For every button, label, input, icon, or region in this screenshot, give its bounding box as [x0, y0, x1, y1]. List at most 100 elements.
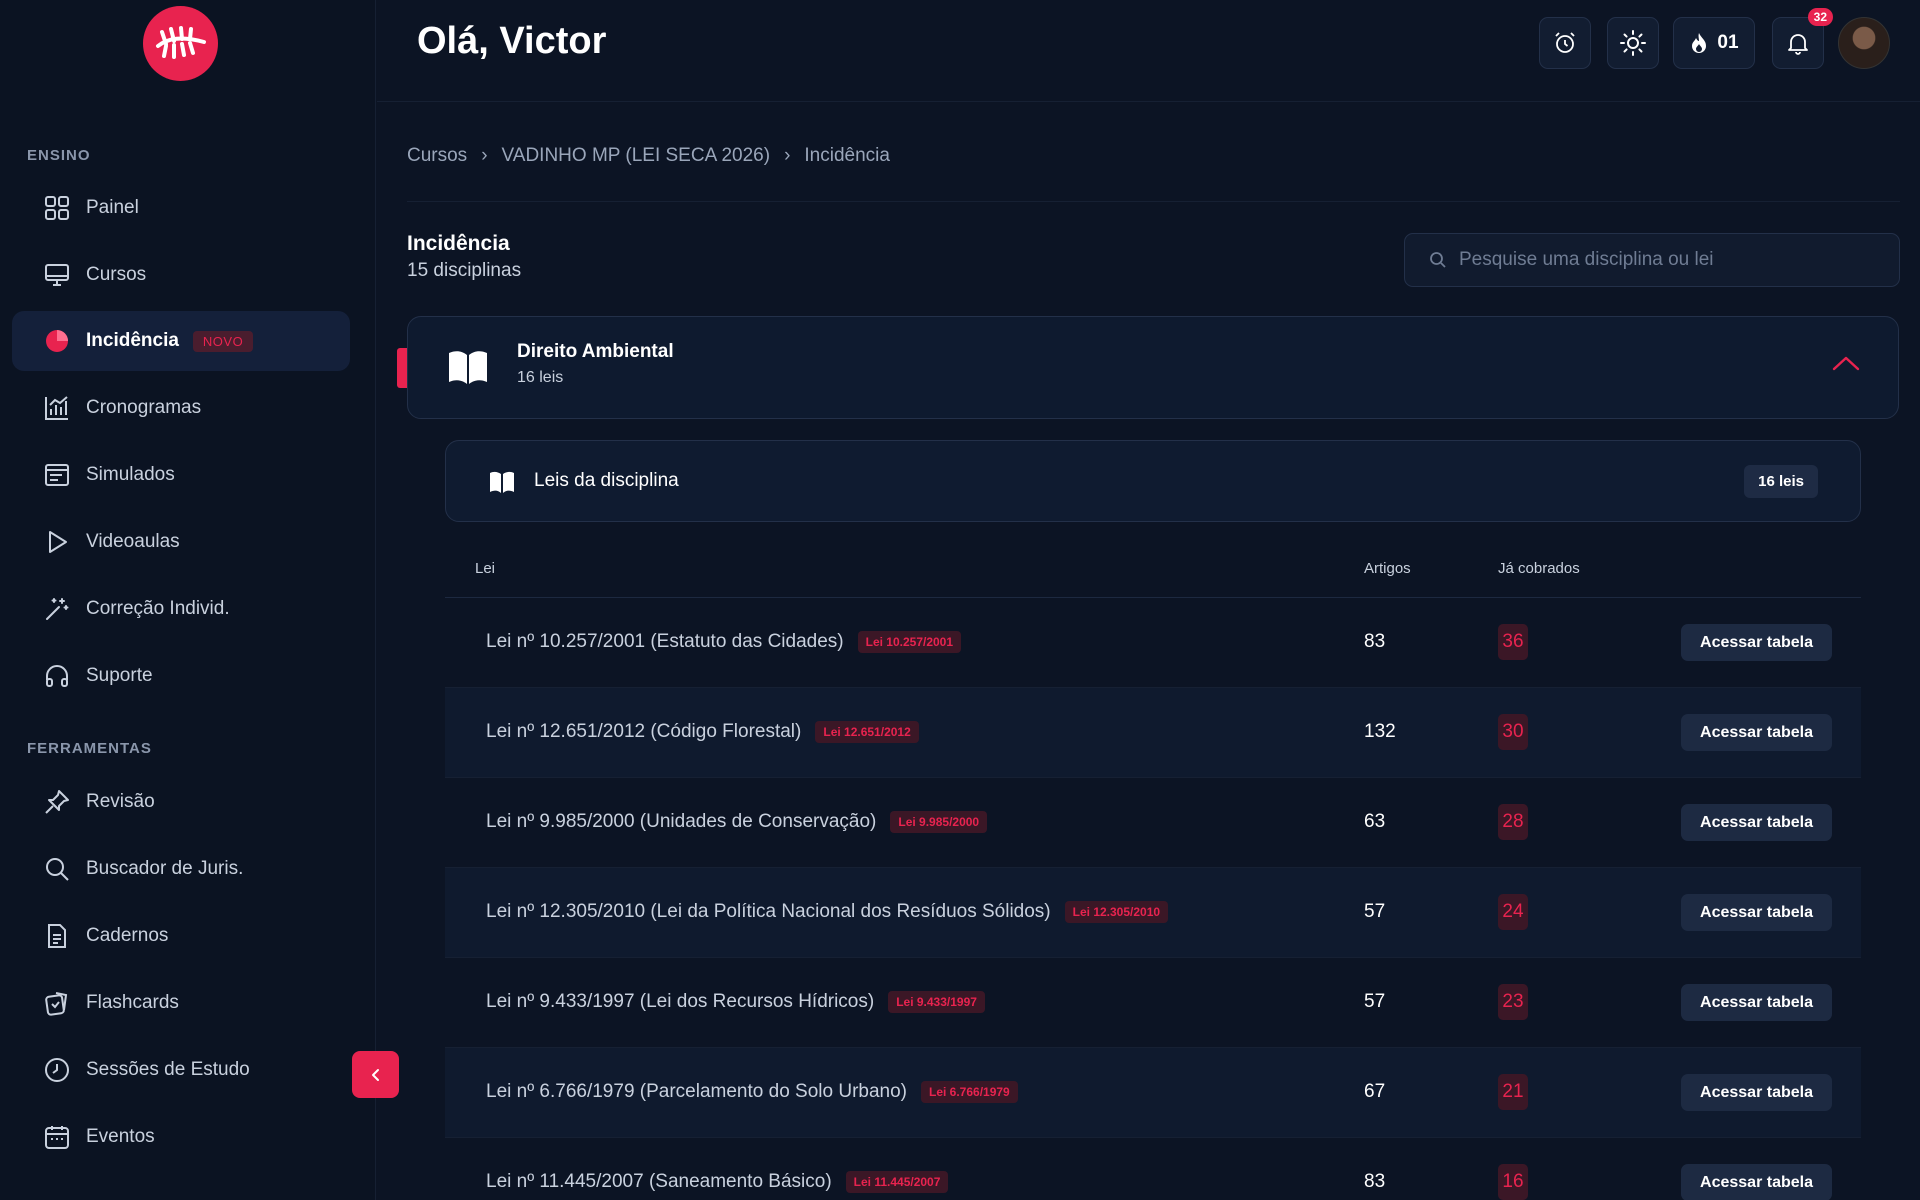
pie-chart-icon [42, 326, 72, 356]
sidebar-item-sessoes[interactable]: Sessões de Estudo [12, 1040, 350, 1100]
notifications-button[interactable]: 32 [1772, 8, 1833, 69]
book-icon [446, 347, 490, 392]
law-name: Lei nº 12.305/2010 (Lei da Política Naci… [486, 901, 1051, 922]
charged-count: 21 [1498, 1074, 1528, 1110]
articles-count: 83 [1364, 1171, 1386, 1192]
monitor-icon [42, 260, 72, 290]
access-table-button[interactable]: Acessar tabela [1681, 984, 1832, 1021]
sidebar-item-revisao[interactable]: Revisão [12, 772, 350, 832]
breadcrumb-course[interactable]: VADINHO MP (LEI SECA 2026) [502, 145, 771, 167]
chevron-right-icon: › [784, 145, 791, 166]
clock-icon [42, 1055, 72, 1085]
notification-badge: 32 [1807, 8, 1833, 26]
sidebar-item-painel[interactable]: Painel [12, 178, 350, 238]
page-title: Incidência [407, 232, 510, 255]
sun-icon [1620, 30, 1646, 56]
access-table-button[interactable]: Acessar tabela [1681, 1164, 1832, 1200]
law-tag: Lei 12.305/2010 [1064, 901, 1169, 923]
alarm-button[interactable] [1539, 17, 1591, 69]
sidebar-item-label: Eventos [86, 1126, 155, 1147]
access-table-button[interactable]: Acessar tabela [1681, 714, 1832, 751]
access-table-button[interactable]: Acessar tabela [1681, 1074, 1832, 1111]
discipline-card[interactable]: Direito Ambiental 16 leis [407, 316, 1899, 419]
sidebar-item-buscador[interactable]: Buscador de Juris. [12, 839, 350, 899]
law-tag: Lei 9.433/1997 [888, 991, 985, 1013]
sidebar-item-simulados[interactable]: Simulados [12, 445, 350, 505]
pin-icon [42, 787, 72, 817]
sidebar-item-cronogramas[interactable]: Cronogramas [12, 378, 350, 438]
sidebar-item-label: Buscador de Juris. [86, 858, 244, 879]
articles-count: 132 [1364, 721, 1396, 742]
chevron-up-icon[interactable] [1832, 355, 1860, 376]
charged-count: 16 [1498, 1164, 1528, 1200]
law-name: Lei nº 9.985/2000 (Unidades de Conservaç… [486, 811, 877, 832]
law-tag: Lei 10.257/2001 [857, 631, 962, 653]
flashcards-icon [42, 988, 72, 1018]
new-badge: NOVO [192, 330, 254, 352]
theme-toggle-button[interactable] [1607, 17, 1659, 69]
law-name: Lei nº 10.257/2001 (Estatuto das Cidades… [486, 631, 844, 652]
sidebar-item-correcao[interactable]: Correção Individ. [12, 579, 350, 639]
sidebar-item-label: Flashcards [86, 992, 179, 1013]
articles-count: 83 [1364, 631, 1386, 652]
breadcrumb-cursos[interactable]: Cursos [407, 145, 467, 167]
grid-icon [42, 193, 72, 223]
divider [407, 201, 1900, 202]
access-table-button[interactable]: Acessar tabela [1681, 894, 1832, 931]
access-table-button[interactable]: Acessar tabela [1681, 804, 1832, 841]
charged-count: 28 [1498, 804, 1528, 840]
table-row: Lei nº 6.766/1979 (Parcelamento do Solo … [445, 1048, 1861, 1138]
search-box[interactable] [1404, 233, 1900, 287]
sidebar-item-label: Revisão [86, 791, 155, 812]
column-cobrados: Já cobrados [1498, 560, 1580, 577]
section-ensino: ENSINO [27, 147, 91, 164]
bar-chart-icon [42, 393, 72, 423]
sidebar-item-videoaulas[interactable]: Videoaulas [12, 512, 350, 572]
alarm-clock-icon [1555, 32, 1575, 53]
column-artigos: Artigos [1364, 560, 1411, 577]
law-tag: Lei 11.445/2007 [845, 1171, 949, 1193]
sidebar-item-label: Simulados [86, 464, 175, 485]
search-input[interactable] [1459, 249, 1879, 271]
sidebar-item-flashcards[interactable]: Flashcards [12, 973, 350, 1033]
charged-count: 24 [1498, 894, 1528, 930]
headphones-icon [42, 661, 72, 691]
book-icon [488, 469, 516, 500]
charged-count: 30 [1498, 714, 1528, 750]
chevron-right-icon: › [481, 145, 488, 166]
top-header: Olá, Victor 01 32 [377, 0, 1920, 102]
law-name: Lei nº 11.445/2007 (Saneamento Básico) [486, 1171, 832, 1192]
column-lei: Lei [475, 560, 496, 577]
avatar[interactable] [1838, 17, 1890, 69]
sidebar-item-eventos[interactable]: Eventos [12, 1107, 350, 1167]
sidebar-item-label: Videoaulas [86, 531, 180, 552]
law-tag: Lei 12.651/2012 [815, 721, 919, 743]
access-table-button[interactable]: Acessar tabela [1681, 624, 1832, 661]
magic-wand-icon [42, 594, 72, 624]
sidebar-item-label: Cadernos [86, 925, 169, 946]
sidebar-item-cadernos[interactable]: Cadernos [12, 906, 350, 966]
section-ferramentas: FERRAMENTAS [27, 740, 152, 757]
streak-button[interactable]: 01 [1673, 17, 1755, 69]
flame-icon [1692, 33, 1707, 53]
articles-count: 63 [1364, 811, 1386, 832]
sidebar-item-label: Painel [86, 197, 139, 218]
search-icon [1430, 252, 1446, 268]
sidebar-item-label: Cronogramas [86, 397, 202, 418]
leaf-logo-icon [155, 25, 206, 59]
app-logo[interactable] [143, 6, 218, 81]
sidebar-item-cursos[interactable]: Cursos [12, 245, 350, 305]
sidebar: ENSINO Painel Cursos Incidência NOVO Cro… [0, 0, 376, 1200]
discipline-title: Direito Ambiental [517, 341, 674, 362]
calendar-icon [42, 1122, 72, 1152]
search-icon [42, 854, 72, 884]
sidebar-item-suporte[interactable]: Suporte [12, 646, 350, 706]
articles-count: 57 [1364, 901, 1386, 922]
play-icon [42, 527, 72, 557]
page-subtitle: 15 disciplinas [407, 260, 522, 281]
breadcrumb-current: Incidência [804, 145, 890, 166]
sidebar-item-incidencia[interactable]: Incidência NOVO [12, 311, 350, 371]
sidebar-item-label: Sessões de Estudo [86, 1059, 250, 1080]
collapse-sidebar-button[interactable] [352, 1051, 399, 1098]
chevron-left-icon [371, 1068, 379, 1081]
